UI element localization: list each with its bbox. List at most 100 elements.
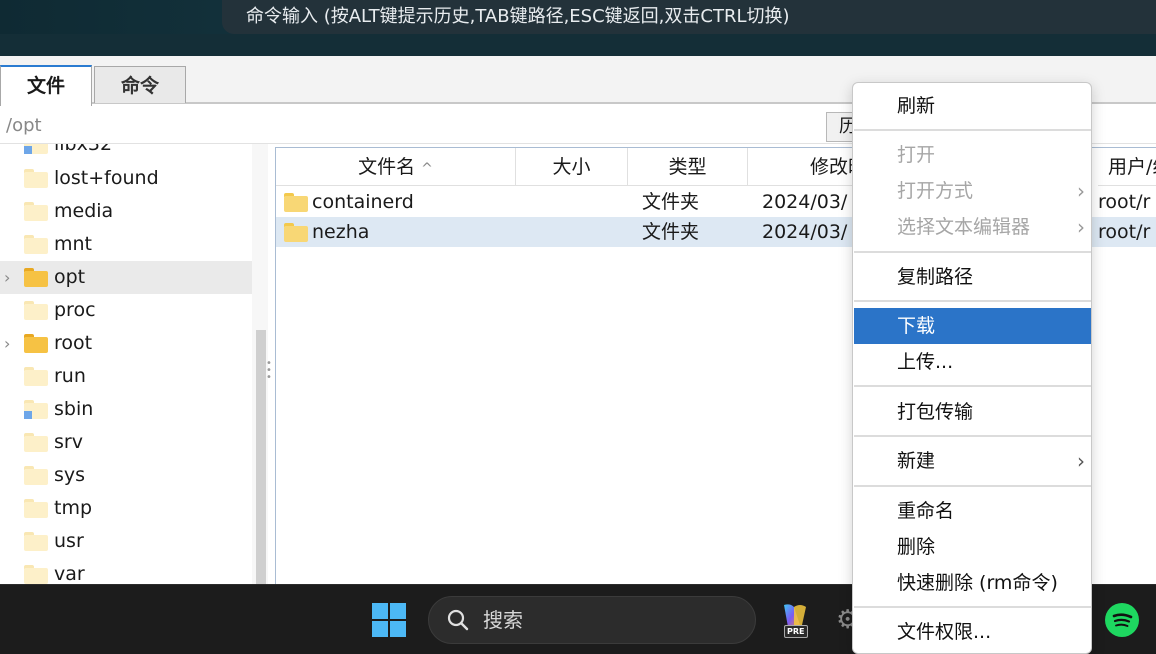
- panel-splitter-handle[interactable]: • • •: [266, 359, 272, 383]
- chevron-right-icon: ›: [1077, 215, 1085, 239]
- folder-icon: [24, 235, 48, 254]
- folder-icon: [24, 499, 48, 518]
- directory-tree: libx32 lost+found media mnt › opt proc ›…: [0, 144, 252, 584]
- tree-item-usr[interactable]: usr: [0, 525, 252, 558]
- tree-item-tmp[interactable]: tmp: [0, 492, 252, 525]
- tree-item-label: usr: [54, 530, 84, 552]
- sort-ascending-icon: ^: [421, 161, 433, 177]
- folder-icon: [24, 202, 48, 221]
- tree-item-label: mnt: [54, 233, 92, 255]
- taskbar-search[interactable]: 搜索: [428, 596, 756, 644]
- chevron-right-icon[interactable]: ›: [4, 327, 10, 360]
- menu-item-permissions[interactable]: 文件权限...: [854, 614, 1091, 650]
- tree-item-libx32[interactable]: libx32: [0, 144, 252, 161]
- tree-item-label: root: [54, 332, 93, 354]
- tree-item-label: libx32: [54, 144, 113, 155]
- menu-separator: [854, 435, 1091, 437]
- folder-icon: [24, 334, 48, 353]
- folder-icon: [284, 223, 308, 242]
- folder-icon: [24, 301, 48, 320]
- command-input[interactable]: 命令输入 (按ALT键提示历史,TAB键路径,ESC键返回,双击CTRL切换): [222, 0, 1156, 34]
- chevron-right-icon: ›: [1077, 449, 1085, 473]
- tree-item-lost-found[interactable]: lost+found: [0, 162, 252, 195]
- file-name: containerd: [312, 191, 414, 213]
- menu-separator: [854, 300, 1091, 302]
- command-bar-lower: [0, 34, 1156, 56]
- folder-link-icon: [24, 144, 48, 154]
- windows-start-icon[interactable]: [372, 603, 406, 637]
- menu-item-copy-path[interactable]: 复制路径: [854, 259, 1091, 295]
- folder-icon: [24, 565, 48, 584]
- column-header-name[interactable]: 文件名 ^: [276, 148, 516, 186]
- tree-item-sys[interactable]: sys: [0, 459, 252, 492]
- tree-item-sbin[interactable]: sbin: [0, 393, 252, 426]
- file-modified: 2024/03/: [762, 191, 848, 213]
- tree-item-label: sys: [54, 464, 86, 486]
- tree-item-root[interactable]: › root: [0, 327, 252, 360]
- file-owner: root/r: [1098, 191, 1151, 213]
- file-name: nezha: [312, 221, 370, 243]
- column-header-size[interactable]: 大小: [516, 148, 628, 186]
- tree-item-srv[interactable]: srv: [0, 426, 252, 459]
- file-type: 文件夹: [642, 191, 700, 213]
- tree-item-var[interactable]: var: [0, 558, 252, 584]
- tree-item-media[interactable]: media: [0, 195, 252, 228]
- menu-item-download[interactable]: 下载: [854, 308, 1091, 344]
- tree-item-label: run: [54, 365, 86, 387]
- file-modified: 2024/03/: [762, 221, 848, 243]
- tree-item-opt[interactable]: › opt: [0, 261, 252, 294]
- menu-separator: [854, 606, 1091, 608]
- folder-icon: [24, 169, 48, 188]
- menu-separator: [854, 251, 1091, 253]
- chevron-right-icon[interactable]: ›: [4, 261, 10, 294]
- folder-icon: [284, 193, 308, 212]
- file-type: 文件夹: [642, 221, 700, 243]
- copilot-badge: PRE: [784, 625, 808, 638]
- tab-commands[interactable]: 命令: [94, 66, 186, 103]
- folder-icon: [24, 532, 48, 551]
- chevron-right-icon: ›: [1077, 179, 1085, 203]
- menu-item-label: 打开方式: [897, 180, 974, 202]
- context-menu: 刷新 打开 打开方式 › 选择文本编辑器 › 复制路径 下载 上传... 打包传…: [852, 82, 1092, 654]
- menu-item-quick-delete[interactable]: 快速删除 (rm命令): [854, 565, 1091, 601]
- menu-item-label: 选择文本编辑器: [897, 216, 1031, 238]
- tree-item-label: opt: [54, 266, 86, 288]
- tree-item-label: proc: [54, 299, 96, 321]
- menu-item-open-with: 打开方式 ›: [854, 173, 1091, 209]
- tree-item-run[interactable]: run: [0, 360, 252, 393]
- tree-scrollbar-thumb[interactable]: [256, 330, 266, 584]
- menu-separator: [854, 129, 1091, 131]
- column-header-owner[interactable]: 用户/组: [1098, 148, 1156, 186]
- tree-item-label: lost+found: [54, 167, 159, 189]
- folder-icon: [24, 433, 48, 452]
- folder-link-icon: [24, 400, 48, 419]
- search-placeholder: 搜索: [483, 608, 523, 632]
- folder-icon: [24, 466, 48, 485]
- tree-item-label: tmp: [54, 497, 93, 519]
- menu-separator: [854, 485, 1091, 487]
- menu-item-open: 打开: [897, 144, 936, 166]
- column-header-type[interactable]: 类型: [628, 148, 748, 186]
- tree-item-label: srv: [54, 431, 83, 453]
- path-input[interactable]: [6, 112, 706, 138]
- menu-item-new[interactable]: 新建 ›: [854, 443, 1091, 479]
- copilot-icon[interactable]: PRE: [776, 601, 812, 638]
- tree-item-mnt[interactable]: mnt: [0, 228, 252, 261]
- menu-item-rename[interactable]: 重命名: [854, 493, 1091, 529]
- tree-item-label: media: [54, 200, 114, 222]
- menu-item-choose-editor: 选择文本编辑器 ›: [854, 209, 1091, 245]
- menu-item-upload[interactable]: 上传...: [854, 344, 1091, 380]
- tab-files[interactable]: 文件: [0, 65, 92, 106]
- menu-item-refresh[interactable]: 刷新: [854, 88, 1091, 124]
- column-header-label: 文件名: [358, 156, 416, 178]
- tree-item-proc[interactable]: proc: [0, 294, 252, 327]
- menu-separator: [854, 385, 1091, 387]
- menu-item-delete[interactable]: 删除: [854, 529, 1091, 565]
- menu-item-pack-transfer[interactable]: 打包传输: [854, 394, 1091, 430]
- command-bar: 命令输入 (按ALT键提示历史,TAB键路径,ESC键返回,双击CTRL切换): [0, 0, 1156, 56]
- tree-item-label: var: [54, 563, 85, 584]
- file-owner: root/r: [1098, 221, 1151, 243]
- folder-icon: [24, 268, 48, 287]
- menu-item-label: 新建: [897, 450, 936, 472]
- spotify-icon[interactable]: [1105, 603, 1139, 637]
